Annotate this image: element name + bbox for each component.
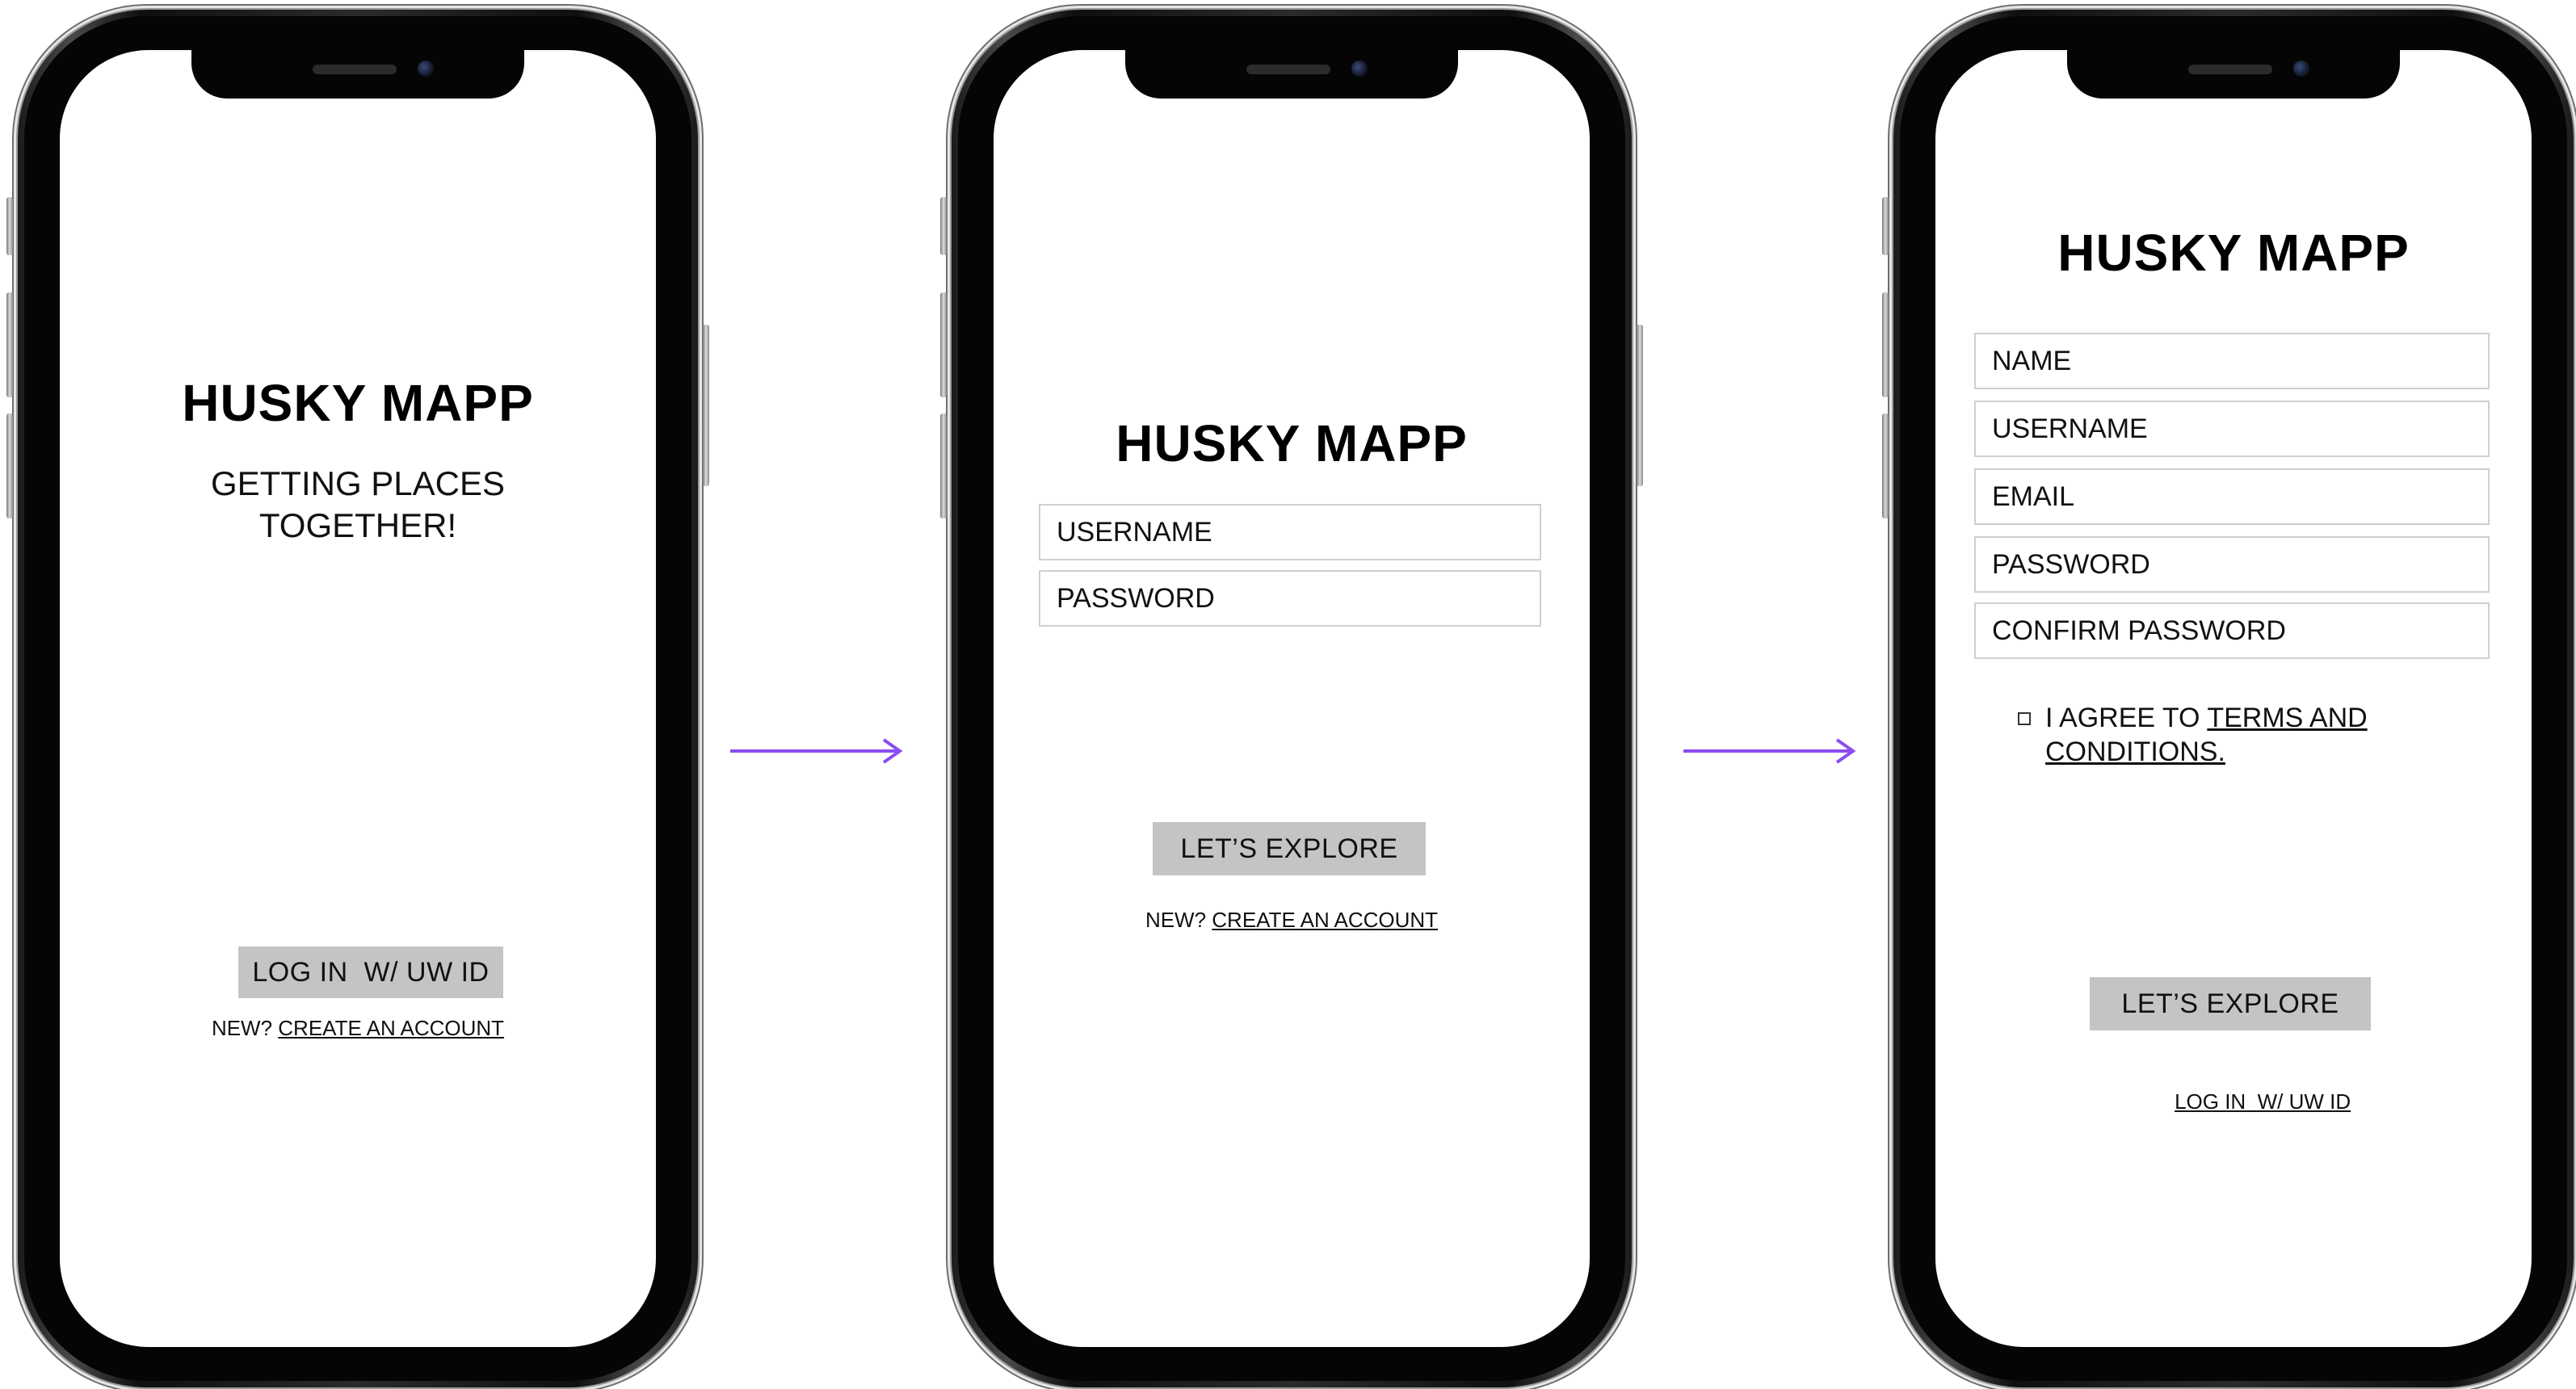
app-title: HUSKY MAPP: [1116, 414, 1468, 472]
volume-down-button: [940, 413, 947, 518]
volume-up-button: [1882, 292, 1889, 397]
lets-explore-button[interactable]: LET’S EXPLORE: [1153, 822, 1426, 875]
new-account-line: NEW? CREATE AN ACCOUNT: [994, 908, 1590, 933]
phone-welcome: HUSKY MAPP GETTING PLACES TOGETHER! LOG …: [6, 10, 709, 1387]
app-title: HUSKY MAPP: [182, 374, 534, 432]
phone-bezel: HUSKY MAPP NAME USERNAME EMAIL PASSWORD …: [1900, 16, 2567, 1381]
app-title: HUSKY MAPP: [2057, 224, 2410, 282]
login-screen: HUSKY MAPP USERNAME PASSWORD LET’S EXPLO…: [994, 50, 1590, 1347]
lets-explore-button[interactable]: LET’S EXPLORE: [2090, 977, 2371, 1030]
wireframe-canvas: HUSKY MAPP GETTING PLACES TOGETHER! LOG …: [0, 0, 2576, 1389]
username-input[interactable]: USERNAME: [1039, 504, 1541, 560]
username-input[interactable]: USERNAME: [1974, 401, 2490, 457]
phone-login: HUSKY MAPP USERNAME PASSWORD LET’S EXPLO…: [940, 10, 1643, 1387]
terms-link-line-1[interactable]: TERMS AND: [2207, 703, 2367, 733]
right-arrow-icon: [730, 738, 903, 764]
power-button: [703, 325, 709, 486]
login-uw-id-link[interactable]: LOG IN W/ UW ID: [2175, 1089, 2351, 1114]
speaker-icon: [313, 65, 397, 74]
notch: [2067, 50, 2400, 99]
phone-bezel: HUSKY MAPP USERNAME PASSWORD LET’S EXPLO…: [958, 16, 1625, 1381]
volume-up-button: [6, 292, 13, 397]
password-input[interactable]: PASSWORD: [1974, 536, 2490, 593]
speaker-icon: [2188, 65, 2272, 74]
notch: [191, 50, 524, 99]
agree-terms-text: I AGREE TO TERMS AND CONDITIONS.: [2045, 701, 2465, 769]
login-uw-id-button[interactable]: LOG IN W/ UW ID: [238, 946, 503, 998]
right-arrow-icon: [1683, 738, 1856, 764]
notch: [1125, 50, 1458, 99]
signup-screen: HUSKY MAPP NAME USERNAME EMAIL PASSWORD …: [1935, 50, 2532, 1347]
email-input[interactable]: EMAIL: [1974, 468, 2490, 525]
agree-prefix: I AGREE TO: [2045, 703, 2208, 733]
mute-switch: [940, 197, 947, 255]
create-account-link[interactable]: CREATE AN ACCOUNT: [278, 1016, 504, 1040]
checkbox-icon[interactable]: [2018, 712, 2031, 725]
volume-up-button: [940, 292, 947, 397]
tagline-line-2: TOGETHER!: [258, 506, 457, 544]
confirm-password-input[interactable]: CONFIRM PASSWORD: [1974, 602, 2490, 659]
speaker-icon: [1246, 65, 1330, 74]
terms-link-line-2[interactable]: CONDITIONS.: [2045, 736, 2225, 767]
camera-icon: [2293, 61, 2309, 77]
new-prefix: NEW?: [1145, 908, 1212, 932]
power-button: [1637, 325, 1643, 486]
mute-switch: [6, 197, 13, 255]
mute-switch: [1882, 197, 1889, 255]
tagline-line-1: GETTING PLACES: [210, 464, 506, 502]
welcome-screen: HUSKY MAPP GETTING PLACES TOGETHER! LOG …: [60, 50, 656, 1347]
new-prefix: NEW?: [211, 1016, 279, 1040]
create-account-link[interactable]: CREATE AN ACCOUNT: [1212, 908, 1438, 932]
name-input[interactable]: NAME: [1974, 333, 2490, 389]
password-input[interactable]: PASSWORD: [1039, 570, 1541, 627]
volume-down-button: [6, 413, 13, 518]
new-account-line: NEW? CREATE AN ACCOUNT: [60, 1016, 656, 1041]
camera-icon: [418, 61, 434, 77]
volume-down-button: [1882, 413, 1889, 518]
login-uw-id-link-line: LOG IN W/ UW ID: [1935, 1064, 2532, 1139]
phone-bezel: HUSKY MAPP GETTING PLACES TOGETHER! LOG …: [24, 16, 691, 1381]
camera-icon: [1351, 61, 1368, 77]
phone-signup: HUSKY MAPP NAME USERNAME EMAIL PASSWORD …: [1882, 10, 2574, 1387]
